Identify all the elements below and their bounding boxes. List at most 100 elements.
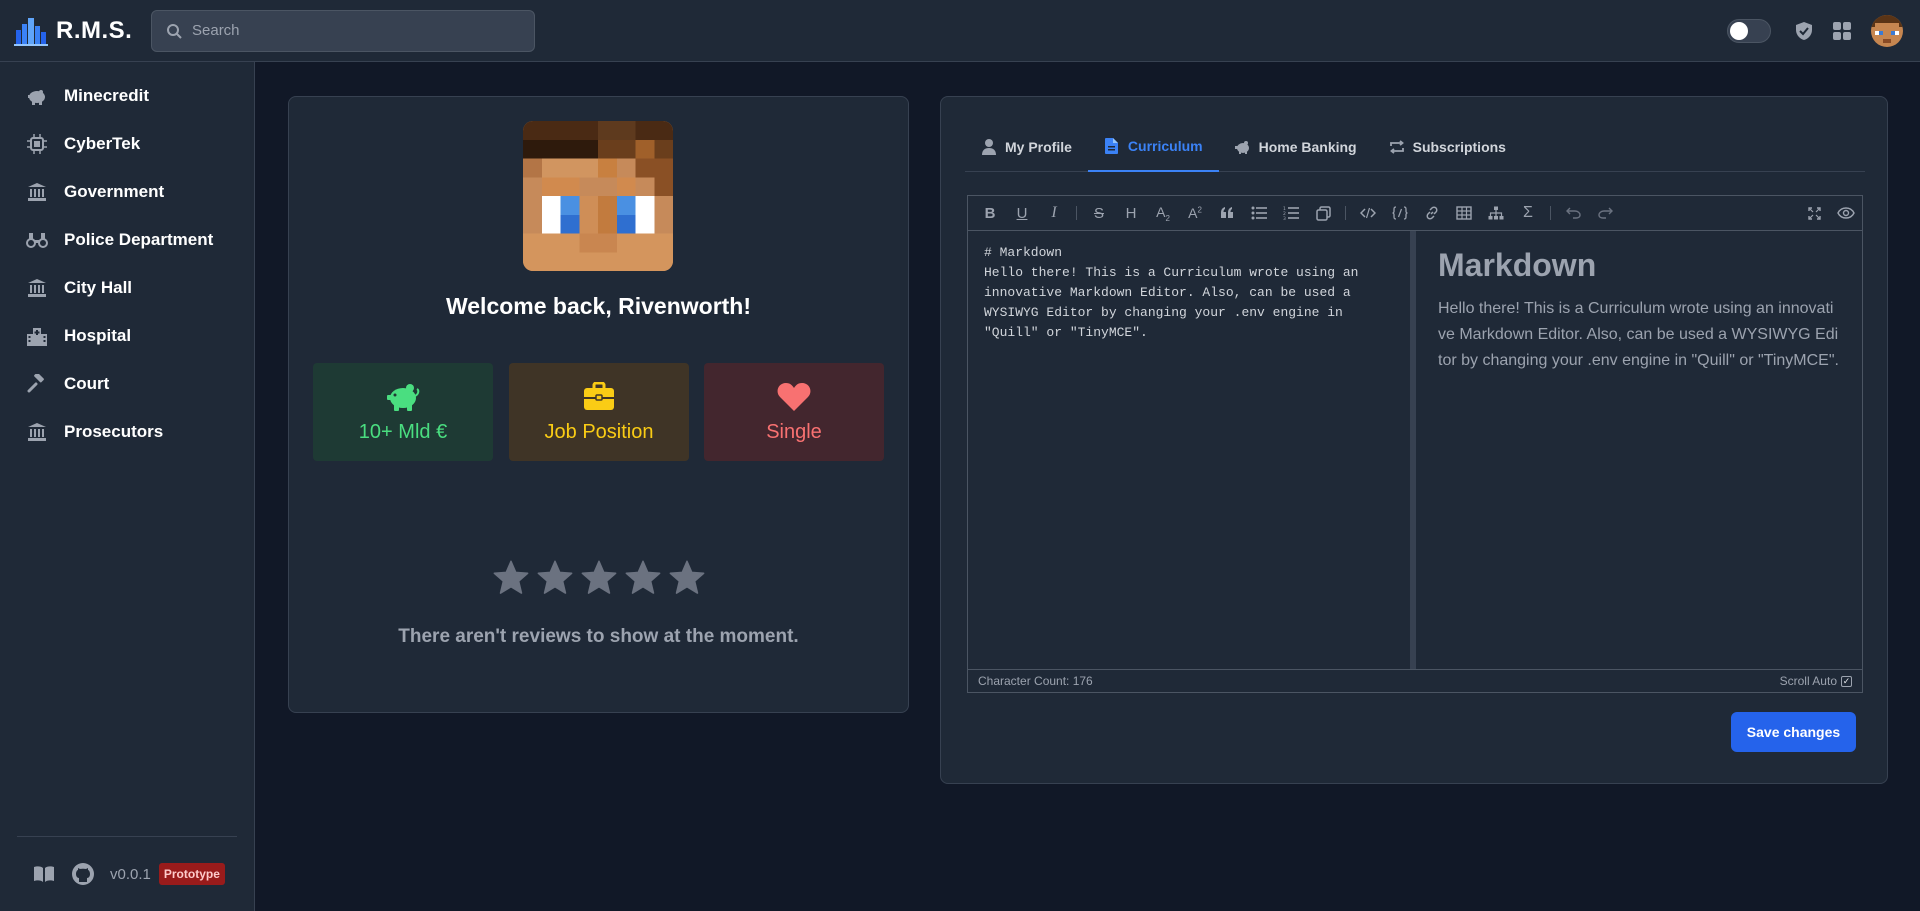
editor-toolbar: B U I S H A2 A2 123 Σ — [968, 196, 1862, 231]
italic-button[interactable]: I — [1038, 200, 1070, 226]
toolbar-divider — [1076, 206, 1077, 220]
search-box[interactable] — [151, 9, 535, 52]
hospital-icon — [26, 325, 48, 347]
sitemap-icon — [1488, 206, 1504, 220]
profile-tabs: My Profile Curriculum Home Banking Subsc… — [965, 121, 1865, 172]
binoculars-icon — [26, 229, 48, 251]
sidebar-item-city-hall[interactable]: City Hall — [0, 264, 254, 312]
star-icon — [537, 560, 572, 594]
sidebar-item-label: CyberTek — [64, 134, 141, 153]
underline-button[interactable]: U — [1006, 200, 1038, 226]
prototype-badge: Prototype — [158, 863, 225, 885]
link-icon — [1426, 206, 1438, 220]
toolbar-divider — [1550, 206, 1551, 220]
superscript-button[interactable]: A2 — [1179, 200, 1211, 226]
tab-label: Home Banking — [1258, 138, 1357, 155]
tab-curriculum[interactable]: Curriculum — [1087, 121, 1219, 172]
save-changes-button[interactable]: Save changes — [1731, 712, 1856, 752]
top-bar: R.M.S. — [0, 0, 1920, 62]
repeat-icon — [1389, 139, 1405, 155]
table-button[interactable] — [1448, 200, 1480, 226]
undo-button[interactable] — [1557, 200, 1589, 226]
rating-stars — [289, 559, 908, 597]
star-icon — [581, 560, 616, 594]
search-input[interactable] — [192, 22, 522, 39]
sidebar-item-label: City Hall — [64, 278, 133, 297]
sidebar-item-label: Minecredit — [64, 86, 150, 105]
user-icon — [981, 138, 997, 155]
subscript-button[interactable]: A2 — [1147, 200, 1179, 226]
bullet-list-button[interactable] — [1243, 200, 1275, 226]
markdown-preview: Markdown Hello there! This is a Curricul… — [1416, 231, 1862, 670]
tab-label: Subscriptions — [1412, 138, 1506, 155]
quote-button[interactable] — [1211, 200, 1243, 226]
sidebar-footer: v0.0.1 Prototype — [17, 836, 237, 911]
code-button[interactable] — [1352, 200, 1384, 226]
link-button[interactable] — [1416, 200, 1448, 226]
markdown-source[interactable]: # Markdown Hello there! This is a Curric… — [968, 231, 1410, 670]
shield-check-icon[interactable] — [1793, 20, 1815, 42]
undo-icon — [1565, 207, 1581, 219]
scroll-auto-toggle[interactable]: Scroll Auto ✓ — [1780, 674, 1852, 688]
sidebar-item-hospital[interactable]: Hospital — [0, 312, 254, 360]
tab-home-banking[interactable]: Home Banking — [1219, 121, 1373, 172]
preview-paragraph: Hello there! This is a Curriculum wrote … — [1438, 300, 1839, 369]
sidebar-item-label: Court — [64, 374, 110, 393]
checklist-button[interactable] — [1307, 200, 1339, 226]
bold-button[interactable]: B — [974, 200, 1006, 226]
relationship-value: Single — [766, 420, 822, 443]
landmark-icon — [26, 277, 48, 299]
chip-icon — [26, 133, 48, 155]
sidebar-item-prosecutors[interactable]: Prosecutors — [0, 408, 254, 456]
star-icon — [493, 560, 528, 594]
sidebar-item-government[interactable]: Government — [0, 168, 254, 216]
formula-button[interactable]: Σ — [1512, 200, 1544, 226]
code-icon — [1360, 207, 1376, 219]
diagram-button[interactable] — [1480, 200, 1512, 226]
scroll-auto-checkbox[interactable]: ✓ — [1841, 675, 1852, 687]
toolbar-divider — [1345, 206, 1346, 220]
sidebar-item-minecredit[interactable]: Minecredit — [0, 72, 254, 120]
tab-label: My Profile — [1005, 138, 1072, 155]
piggy-bank-icon — [1234, 139, 1251, 155]
redo-icon — [1597, 207, 1613, 219]
heading-button[interactable]: H — [1115, 200, 1147, 226]
bullet-list-icon — [1251, 206, 1267, 220]
sidebar: Minecredit CyberTek Government Police De… — [0, 62, 255, 911]
user-avatar[interactable] — [1871, 15, 1903, 47]
money-value: 10+ Mld € — [358, 420, 448, 443]
job-stat-card: Job Position — [509, 363, 689, 461]
editor-panes: # Markdown Hello there! This is a Curric… — [968, 231, 1862, 670]
code-block-button[interactable] — [1384, 200, 1416, 226]
scroll-auto-label: Scroll Auto — [1779, 674, 1837, 688]
profile-card: Welcome back, Rivenworth! 10+ Mld € Job … — [288, 96, 909, 713]
landmark-icon — [26, 181, 48, 203]
sidebar-nav: Minecredit CyberTek Government Police De… — [0, 62, 254, 456]
code-block-icon — [1392, 206, 1408, 220]
tab-my-profile[interactable]: My Profile — [965, 121, 1088, 172]
sidebar-item-cybertek[interactable]: CyberTek — [0, 120, 254, 168]
github-icon[interactable] — [71, 862, 95, 886]
welcome-heading: Welcome back, Rivenworth! — [445, 293, 752, 319]
sidebar-item-label: Police Department — [64, 230, 214, 249]
gavel-icon — [26, 373, 48, 395]
tab-label: Curriculum — [1127, 137, 1203, 154]
fullscreen-button[interactable] — [1798, 200, 1830, 226]
markdown-editor: B U I S H A2 A2 123 Σ # Markdown Hello t… — [967, 195, 1863, 693]
apps-grid-icon[interactable] — [1831, 20, 1853, 42]
version-label: v0.0.1 — [110, 865, 151, 883]
relationship-stat-card: Single — [704, 363, 884, 461]
tab-subscriptions[interactable]: Subscriptions — [1373, 121, 1522, 172]
theme-toggle[interactable] — [1727, 19, 1771, 43]
sidebar-item-label: Hospital — [64, 326, 132, 345]
book-icon[interactable] — [32, 862, 56, 886]
redo-button[interactable] — [1589, 200, 1621, 226]
numbered-list-button[interactable]: 123 — [1275, 200, 1307, 226]
sidebar-item-court[interactable]: Court — [0, 360, 254, 408]
strikethrough-button[interactable]: S — [1083, 200, 1115, 226]
brand[interactable]: R.M.S. — [14, 16, 151, 46]
svg-text:3: 3 — [1283, 216, 1286, 220]
preview-toggle-button[interactable] — [1830, 200, 1862, 226]
sidebar-item-police-department[interactable]: Police Department — [0, 216, 254, 264]
editor-card: My Profile Curriculum Home Banking Subsc… — [940, 96, 1888, 784]
